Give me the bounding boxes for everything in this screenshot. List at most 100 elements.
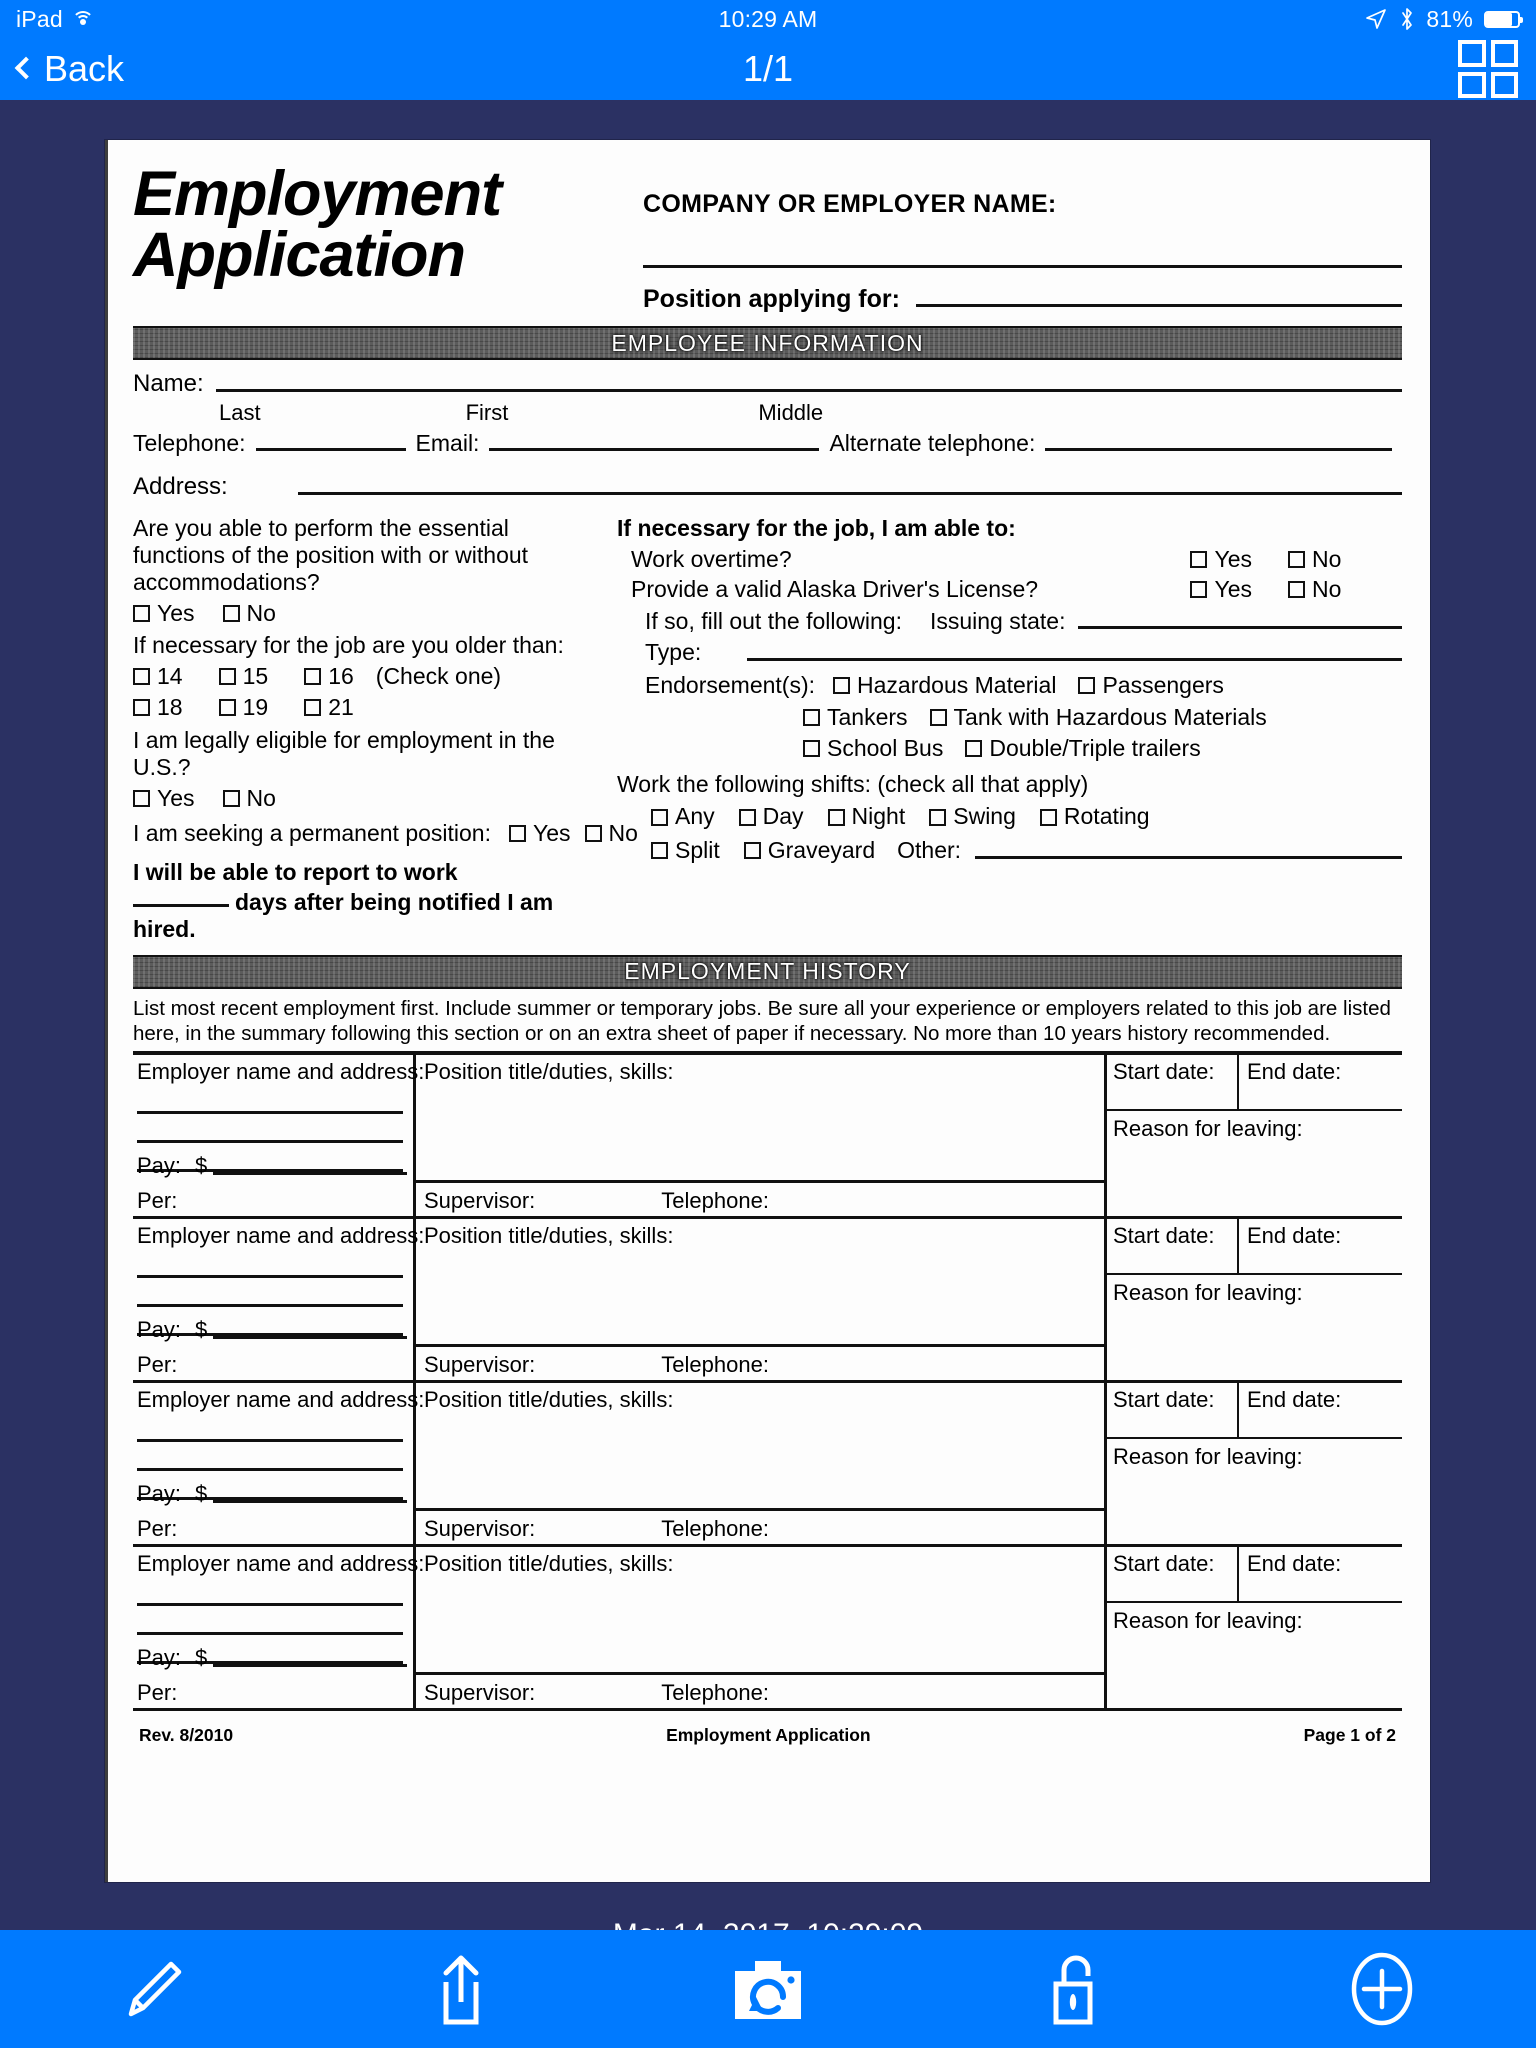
checkbox-shift-split[interactable]: Split [651,837,720,865]
employee-info-block: Name: Last First Middle Telephone: Email… [133,370,1402,501]
share-upload-icon[interactable] [307,1930,614,2048]
checkbox-age-18[interactable]: 18 [133,694,183,721]
checkbox-eligible-no[interactable]: No [222,785,276,812]
questions-right-column: If necessary for the job, I am able to: … [603,515,1402,943]
checkbox-permanent-yes[interactable]: Yes [508,820,571,847]
checkbox-overtime-yes[interactable]: Yes [1190,546,1252,574]
telephone-label: Telephone: [661,1679,769,1705]
position-label: Position title/duties, skills: [424,1550,674,1576]
checkbox-essential-yes[interactable]: Yes [133,600,195,627]
checkbox-shift-night[interactable]: Night [827,803,905,831]
shifts-row-2: Split Graveyard Other: [617,837,1402,865]
checkbox-box-icon [222,605,240,623]
start-end-dates-row: Start date: End date: [1107,1546,1402,1603]
checkbox-endorse-school-bus[interactable]: School Bus [803,735,943,763]
checkbox-box-icon [508,825,526,843]
checkbox-shift-any[interactable]: Any [651,803,715,831]
employer-label: Employer name and address: [137,1386,425,1412]
checkbox-age-19[interactable]: 19 [218,694,268,721]
checkbox-box-icon [133,790,150,808]
checkbox-endorse-hazardous-material[interactable]: Hazardous Material [833,672,1056,700]
checkbox-endorse-passengers[interactable]: Passengers [1078,672,1224,700]
unlock-padlock-icon[interactable] [922,1930,1229,2048]
employer-blank-line [137,1467,403,1471]
employer-cell[interactable]: Employer name and address: Pay: $ Per: [133,1218,424,1380]
checkbox-shift-graveyard[interactable]: Graveyard [743,837,875,865]
checkbox-label: Tank with Hazardous Materials [953,703,1267,730]
check-one-hint: (Check one) [375,662,502,689]
checkbox-shift-swing[interactable]: Swing [929,803,1016,831]
pay-field: Pay: $ [137,1317,407,1343]
checkbox-age-14[interactable]: 14 [133,663,183,690]
checkbox-eligible-yes[interactable]: Yes [133,785,195,812]
table-row[interactable]: Employer name and address: Pay: $ Per: Posit… [133,1546,1402,1711]
employer-cell[interactable]: Employer name and address: Pay: $ Per: [133,1382,425,1544]
position-cell[interactable]: Position title/duties, skills: Supervisor… [416,1382,1107,1544]
position-cell[interactable]: Position title/duties, skills: Supervisor… [416,1546,1107,1708]
checkbox-box-icon [651,842,668,860]
rescan-camera-icon[interactable] [614,1930,921,2048]
checkbox-box-icon [827,808,845,826]
pay-currency: $ [195,1152,208,1178]
checkbox-endorse-tank-hazmat[interactable]: Tank with Hazardous Materials [929,703,1267,732]
address-field-line [297,492,1402,495]
checkbox-essential-no[interactable]: No [222,600,276,627]
checkbox-label: Yes [157,600,195,627]
add-plus-circle-icon[interactable] [1229,1930,1536,2048]
footer-title: Employment Application [666,1724,871,1745]
checkbox-endorse-double-triple[interactable]: Double/Triple trailers [965,735,1201,763]
dates-cell[interactable]: Start date: End date: Reason for leaving: [1107,1382,1402,1544]
checkbox-age-15[interactable]: 15 [218,663,268,690]
supervisor-label: Supervisor: [424,1187,536,1213]
checkbox-license-yes[interactable]: Yes [1190,576,1252,604]
employer-cell[interactable]: Employer name and address: Pay: $ Per: [133,1054,424,1216]
scanned-document-page[interactable]: Employment Application COMPANY OR EMPLOY… [105,140,1430,1882]
table-row[interactable]: Employer name and address: Pay: $ Per: Posit… [133,1382,1402,1547]
table-row[interactable]: Employer name and address: Pay: $ Per: Posit… [133,1054,1402,1219]
position-label: Position title/duties, skills: [424,1058,674,1084]
checkbox-label: 16 [328,662,354,689]
other-shift-label: Other: [897,836,962,863]
checkbox-box-icon [304,667,322,685]
checkbox-label: No [1312,545,1342,572]
dates-cell[interactable]: Start date: End date: Reason for leaving: [1107,1054,1402,1216]
alternate-telephone-label: Alternate telephone: [829,430,1036,456]
report-to-work-line2: days after being notified I am hired. [133,889,603,943]
checkbox-endorse-tankers[interactable]: Tankers [803,704,908,732]
grid-cell [1458,40,1486,67]
checkbox-box-icon [803,740,820,758]
dates-cell[interactable]: Start date: End date: Reason for leaving: [1107,1218,1402,1380]
supervisor-label: Supervisor: [424,1351,536,1377]
checkbox-label: Yes [1214,545,1252,572]
age-answers-row2: 18 19 21 [133,694,603,721]
checkbox-box-icon [218,667,236,685]
overtime-row: Work overtime? Yes No [617,546,1402,574]
dates-cell[interactable]: Start date: End date: Reason for leaving: [1107,1546,1402,1708]
position-cell[interactable]: Position title/duties, skills: Supervisor… [416,1054,1107,1216]
alternate-telephone-field-line [1045,448,1392,451]
checkbox-age-16[interactable]: 16 [304,663,354,690]
position-label: Position title/duties, skills: [424,1222,674,1248]
grid-view-icon[interactable] [1458,40,1518,98]
back-button[interactable]: Back [14,48,124,90]
reason-for-leaving-label: Reason for leaving: [1113,1115,1303,1141]
edit-pencil-icon[interactable] [0,1930,307,2048]
questions-left-column: Are you able to perform the essential fu… [133,515,638,943]
reason-for-leaving-label: Reason for leaving: [1113,1279,1303,1305]
employer-cell[interactable]: Employer name and address: Pay: $ Per: [133,1546,424,1708]
table-row[interactable]: Employer name and address: Pay: $ Per: Posit… [133,1218,1402,1383]
position-cell[interactable]: Position title/duties, skills: Supervisor… [416,1218,1107,1380]
checkbox-shift-day[interactable]: Day [738,803,804,831]
checkbox-box-icon [965,740,983,758]
checkbox-label: 18 [157,693,183,720]
checkbox-age-21[interactable]: 21 [304,694,354,721]
battery-icon [1484,10,1523,28]
document-viewer[interactable]: Employment Application COMPANY OR EMPLOY… [0,100,1536,1951]
checkbox-shift-rotating[interactable]: Rotating [1039,803,1150,831]
checkbox-overtime-no[interactable]: No [1288,546,1374,574]
checkbox-box-icon [133,605,150,623]
checkbox-license-no[interactable]: No [1288,576,1374,604]
question-legally-eligible: I am legally eligible for employment in … [133,726,555,780]
question-overtime: Work overtime? [631,545,792,572]
license-type-row: Type: [617,639,1402,667]
